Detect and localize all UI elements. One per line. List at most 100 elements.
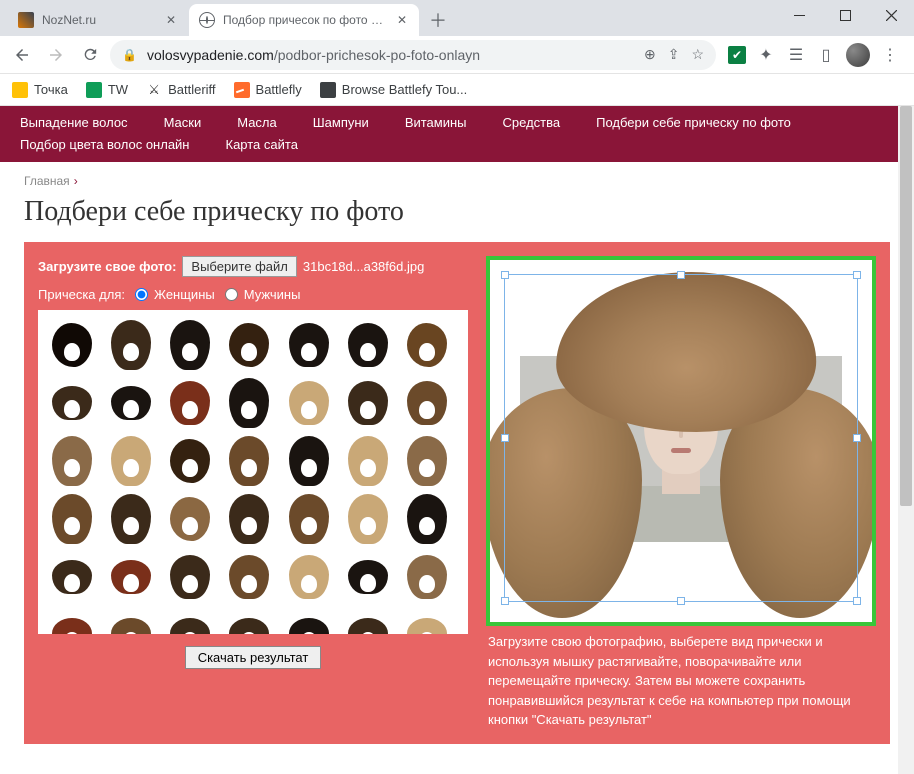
selection-box[interactable]: [504, 274, 858, 602]
hairstyle-thumb[interactable]: [225, 436, 273, 486]
hairstyle-thumb[interactable]: [403, 552, 451, 602]
resize-handle[interactable]: [853, 597, 861, 605]
resize-handle[interactable]: [677, 597, 685, 605]
download-result-button[interactable]: Скачать результат: [185, 646, 322, 669]
hairstyle-thumb[interactable]: [48, 552, 96, 602]
hairstyle-thumb[interactable]: [285, 436, 333, 486]
hairstyle-thumb[interactable]: [344, 320, 392, 370]
hairstyle-thumb[interactable]: [107, 436, 155, 486]
hairstyle-thumb[interactable]: [225, 320, 273, 370]
nav-link[interactable]: Карта сайта: [226, 134, 298, 156]
resize-handle[interactable]: [501, 597, 509, 605]
resize-handle[interactable]: [853, 434, 861, 442]
hairstyle-thumb[interactable]: [107, 378, 155, 428]
back-button[interactable]: [8, 41, 36, 69]
nav-link[interactable]: Шампуни: [313, 112, 369, 134]
site-navigation: Выпадение волос Маски Масла Шампуни Витамины…: [0, 106, 914, 162]
bookmark-item[interactable]: Battlefly: [234, 82, 302, 98]
window-minimize-icon[interactable]: [776, 0, 822, 30]
nav-link[interactable]: Масла: [237, 112, 277, 134]
window-maximize-icon[interactable]: [822, 0, 868, 30]
window-close-icon[interactable]: [868, 0, 914, 30]
resize-handle[interactable]: [677, 271, 685, 279]
hairstyle-thumb[interactable]: [403, 320, 451, 370]
hairstyle-thumb[interactable]: [48, 320, 96, 370]
gender-radio-women[interactable]: [135, 288, 148, 301]
hairstyle-thumb[interactable]: [285, 320, 333, 370]
hairstyle-thumb[interactable]: [344, 436, 392, 486]
hairstyle-thumb[interactable]: [344, 378, 392, 428]
extensions-puzzle-icon[interactable]: ✦: [756, 45, 776, 65]
bookmark-item[interactable]: Browse Battlefy Tou...: [320, 82, 468, 98]
nav-link[interactable]: Витамины: [405, 112, 467, 134]
hairstyle-thumb[interactable]: [166, 436, 214, 486]
resize-handle[interactable]: [501, 271, 509, 279]
nav-link[interactable]: Средства: [503, 112, 561, 134]
hairstyle-thumb[interactable]: [285, 378, 333, 428]
choose-file-button[interactable]: Выберите файл: [182, 256, 296, 277]
new-tab-button[interactable]: ＋: [424, 6, 452, 34]
menu-dots-icon[interactable]: ⋮: [880, 45, 900, 65]
hairstyle-thumb[interactable]: [107, 610, 155, 634]
browser-tab-inactive[interactable]: NozNet.ru ✕: [8, 4, 188, 36]
share-icon[interactable]: ⇪: [668, 46, 680, 63]
star-icon[interactable]: ☆: [691, 46, 704, 63]
nav-link[interactable]: Выпадение волос: [20, 112, 128, 134]
favicon-globe-icon: [199, 12, 215, 28]
hairstyle-thumb[interactable]: [225, 610, 273, 634]
lock-icon: 🔒: [122, 48, 137, 62]
extension-adblock-icon[interactable]: ✔: [728, 46, 746, 64]
hairstyle-thumb[interactable]: [403, 436, 451, 486]
hairstyle-thumb[interactable]: [166, 378, 214, 428]
hairstyle-thumbnails[interactable]: [38, 310, 468, 634]
hairstyle-thumb[interactable]: [285, 610, 333, 634]
hairstyle-thumb[interactable]: [403, 610, 451, 634]
hairstyle-thumb[interactable]: [225, 552, 273, 602]
profile-avatar[interactable]: [846, 43, 870, 67]
tab-title: Подбор причесок по фото онла: [223, 13, 389, 27]
resize-handle[interactable]: [501, 434, 509, 442]
hairstyle-thumb[interactable]: [48, 378, 96, 428]
hairstyle-thumb[interactable]: [107, 552, 155, 602]
scrollbar-thumb[interactable]: [900, 106, 912, 506]
preview-frame[interactable]: [486, 256, 876, 626]
nav-link[interactable]: Маски: [164, 112, 202, 134]
hairstyle-thumb[interactable]: [166, 320, 214, 370]
tab-close-icon[interactable]: ✕: [164, 13, 178, 27]
hairstyle-thumb[interactable]: [285, 552, 333, 602]
hairstyle-thumb[interactable]: [344, 552, 392, 602]
search-omni-icon[interactable]: ⊕: [644, 46, 656, 63]
address-bar[interactable]: 🔒 volosvypadenie.com/podbor-prichesok-po…: [110, 40, 716, 70]
resize-handle[interactable]: [853, 271, 861, 279]
nav-link[interactable]: Подбери себе прическу по фото: [596, 112, 791, 134]
bookmark-item[interactable]: TW: [86, 82, 128, 98]
gender-radio-men[interactable]: [225, 288, 238, 301]
breadcrumb-home[interactable]: Главная: [24, 174, 70, 188]
hairstyle-thumb[interactable]: [344, 610, 392, 634]
hairstyle-thumb[interactable]: [403, 378, 451, 428]
hairstyle-thumb[interactable]: [48, 436, 96, 486]
tab-close-icon[interactable]: ✕: [395, 13, 409, 27]
media-icon[interactable]: ▯: [816, 45, 836, 65]
hairstyle-thumb[interactable]: [166, 494, 214, 544]
browser-tab-active[interactable]: Подбор причесок по фото онла ✕: [189, 4, 419, 36]
hairstyle-thumb[interactable]: [225, 494, 273, 544]
hairstyle-thumb[interactable]: [48, 610, 96, 634]
hairstyle-thumb[interactable]: [107, 320, 155, 370]
hairstyle-thumb[interactable]: [403, 494, 451, 544]
hairstyle-thumb[interactable]: [285, 494, 333, 544]
nav-link[interactable]: Подбор цвета волос онлайн: [20, 134, 190, 156]
hairstyle-thumb[interactable]: [225, 378, 273, 428]
reload-button[interactable]: [76, 41, 104, 69]
reading-list-icon[interactable]: ☰: [786, 45, 806, 65]
bookmark-item[interactable]: Точка: [12, 82, 68, 98]
hairstyle-thumb[interactable]: [48, 494, 96, 544]
hairstyle-thumb[interactable]: [166, 610, 214, 634]
url-path: /podbor-prichesok-po-foto-onlayn: [274, 47, 480, 63]
hairstyle-thumb[interactable]: [166, 552, 214, 602]
bookmark-item[interactable]: ⚔Battleriff: [146, 82, 215, 98]
hairstyle-thumb[interactable]: [344, 494, 392, 544]
hairstyle-thumb[interactable]: [107, 494, 155, 544]
page-scrollbar[interactable]: [898, 106, 914, 774]
forward-button[interactable]: [42, 41, 70, 69]
